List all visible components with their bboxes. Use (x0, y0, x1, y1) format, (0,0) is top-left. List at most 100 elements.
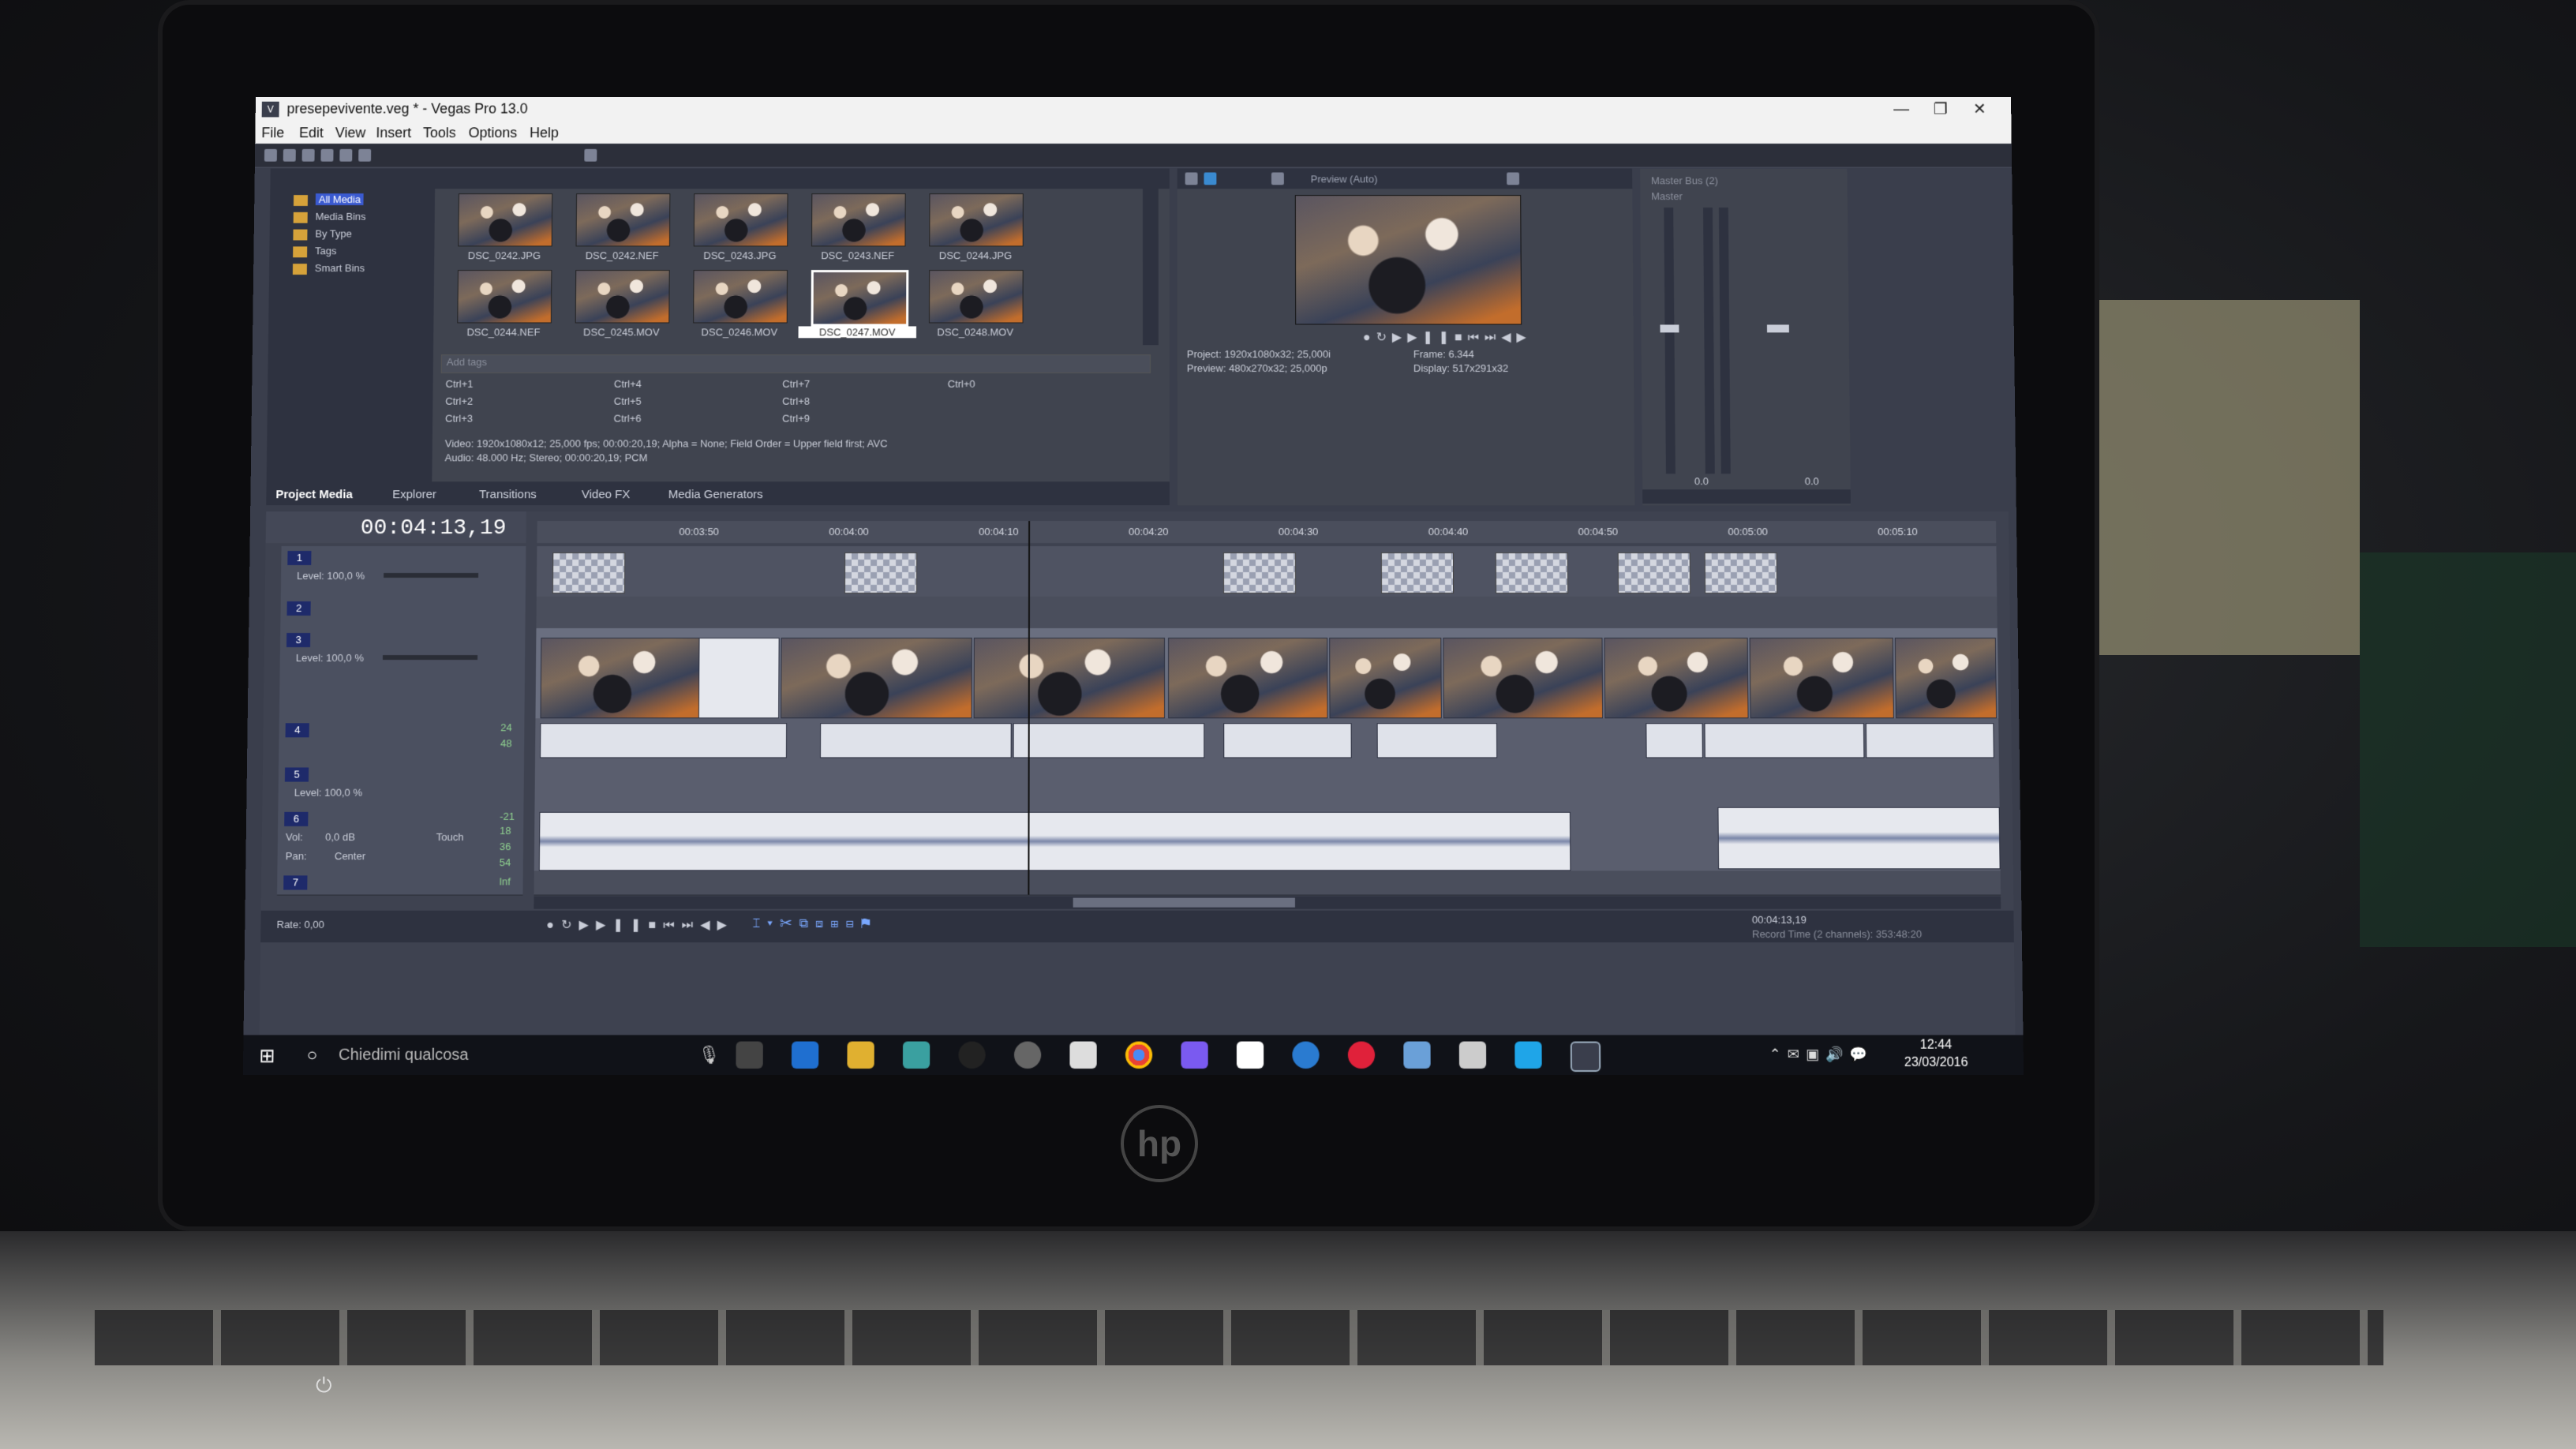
title-clip[interactable] (1222, 552, 1297, 593)
transport-controls[interactable]: ●↻▶▶❚❚■⏮⏭◀▶ (1363, 329, 1532, 345)
tab-video-fx[interactable]: Video FX (582, 488, 630, 501)
media-thumbnail[interactable] (929, 193, 1024, 247)
menu-file[interactable]: File (261, 125, 284, 141)
video-clip[interactable] (1168, 638, 1328, 719)
properties-icon[interactable] (358, 148, 372, 162)
level-slider[interactable] (384, 573, 479, 578)
edge-icon[interactable] (791, 1041, 819, 1069)
vegas-taskbar-icon[interactable] (1570, 1041, 1601, 1073)
new-project-icon[interactable] (264, 148, 277, 162)
automation-mode[interactable]: Touch (436, 831, 464, 843)
beats-icon[interactable] (1347, 1041, 1376, 1069)
render-icon[interactable] (339, 148, 353, 162)
track-header-4[interactable]: 4 24 48 (279, 718, 525, 764)
track-header-2[interactable]: 2 (280, 596, 526, 630)
media-thumbnail[interactable] (458, 193, 553, 247)
media-thumbnail[interactable] (575, 270, 670, 324)
maximize-button[interactable]: ❐ (1925, 99, 1956, 121)
track-lane-1[interactable] (536, 546, 1998, 597)
menu-edit[interactable]: Edit (299, 125, 324, 141)
timeline-transport-controls[interactable]: ●↻▶▶❚❚■⏮⏭◀▶ (546, 917, 734, 933)
track-lane-7[interactable] (534, 871, 2001, 896)
app-icon[interactable] (1181, 1041, 1208, 1069)
cortana-icon[interactable]: ○ (307, 1045, 318, 1065)
audio-clip[interactable] (1865, 723, 1994, 758)
title-clip[interactable] (552, 552, 626, 593)
video-clip[interactable] (1894, 638, 1998, 719)
track-lane-5[interactable] (534, 762, 2000, 808)
video-clip[interactable] (1749, 638, 1894, 719)
title-clip[interactable] (1704, 552, 1778, 593)
track-header-3[interactable]: 3 Level: 100,0 % (279, 628, 526, 720)
menu-view[interactable]: View (335, 125, 366, 141)
search-box[interactable]: Chiedimi qualcosa (339, 1046, 469, 1065)
tree-smart-bins[interactable]: Smart Bins (315, 262, 365, 274)
menu-help[interactable]: Help (530, 125, 559, 141)
task-view-icon[interactable] (736, 1041, 763, 1069)
track-header-6[interactable]: 6 Vol: 0,0 dB Touch Pan: Center -21 18 3… (277, 807, 524, 872)
menu-insert[interactable]: Insert (376, 125, 411, 141)
chrome-icon[interactable] (1125, 1041, 1153, 1069)
audio-clip[interactable] (1704, 723, 1865, 758)
preview-quality-select[interactable]: Preview (Auto) (1311, 173, 1378, 185)
save-as-icon[interactable] (320, 148, 334, 162)
track-header-1[interactable]: 1 Level: 100,0 % (280, 546, 526, 597)
media-thumbnail[interactable] (928, 270, 1024, 324)
scroll-thumb[interactable] (1073, 897, 1295, 908)
audio-clip[interactable] (1646, 723, 1703, 758)
video-clip[interactable] (973, 638, 1166, 719)
ext-monitor-icon[interactable] (1204, 172, 1217, 185)
file-explorer-icon[interactable] (847, 1041, 874, 1069)
track-lane-6[interactable] (534, 807, 2001, 872)
media-thumbnail[interactable] (811, 193, 906, 247)
media-thumbnail[interactable] (693, 270, 788, 324)
skype-icon[interactable] (1515, 1041, 1542, 1069)
audio-clip[interactable] (819, 723, 1012, 758)
edit-tools[interactable]: ⌶▾✂⧉⧈⊞⊟⚑ (753, 917, 878, 931)
close-button[interactable]: ✕ (1964, 99, 1995, 121)
track-lane-2[interactable] (536, 596, 1998, 630)
video-clip[interactable] (1443, 638, 1604, 719)
copy-snapshot-icon[interactable] (1507, 172, 1520, 185)
app-icon[interactable] (1292, 1041, 1320, 1069)
tags-input[interactable]: Add tags (440, 354, 1151, 373)
media-thumbnail[interactable] (693, 193, 788, 247)
audio-clip[interactable] (1013, 723, 1205, 758)
windows-start-icon[interactable]: ⊞ (259, 1045, 275, 1068)
media-thumbnail[interactable] (457, 270, 552, 324)
audio-clip[interactable] (1376, 723, 1498, 758)
track-lane-4[interactable] (534, 718, 1999, 764)
video-clip[interactable] (698, 638, 780, 719)
tab-project-media[interactable]: Project Media (275, 488, 353, 501)
master-scrollbar[interactable] (1642, 489, 1851, 504)
audio-waveform-clip[interactable] (1717, 807, 2001, 870)
timeline-ruler[interactable]: 00:03:50 00:04:00 00:04:10 00:04:20 00:0… (537, 521, 1997, 544)
tab-media-generators[interactable]: Media Generators (668, 488, 763, 501)
title-clip[interactable] (1380, 552, 1455, 593)
media-scrollbar[interactable] (1142, 189, 1159, 346)
tab-transitions[interactable]: Transitions (479, 488, 537, 501)
minimize-button[interactable]: — (1885, 99, 1917, 121)
master-volume-fader[interactable] (1766, 324, 1789, 333)
tree-all-media[interactable]: All Media (315, 193, 365, 205)
system-tray-icons[interactable]: ⌃✉▣🔊💬 (1769, 1046, 1874, 1063)
media-thumbnail[interactable] (575, 193, 671, 247)
store-icon[interactable] (1069, 1041, 1097, 1069)
tree-by-type[interactable]: By Type (315, 228, 352, 240)
tab-explorer[interactable]: Explorer (392, 488, 436, 501)
video-clip[interactable] (1329, 638, 1442, 719)
title-clip[interactable] (1495, 552, 1569, 593)
track-header-7[interactable]: 7 Inf (277, 871, 523, 896)
app-icon[interactable] (1403, 1041, 1431, 1069)
split-screen-icon[interactable] (1271, 172, 1284, 185)
clock-time[interactable]: 12:44 (1920, 1039, 1953, 1053)
open-icon[interactable] (283, 148, 296, 162)
video-clip[interactable] (540, 638, 701, 719)
timeline-scrollbar[interactable] (534, 896, 2001, 909)
cursor-tool-icon[interactable] (584, 148, 597, 162)
clock-date[interactable]: 23/03/2016 (1904, 1056, 1968, 1070)
master-fader[interactable] (1660, 324, 1679, 333)
audio-waveform-clip[interactable] (538, 811, 1571, 871)
app-icon[interactable] (902, 1041, 930, 1069)
tree-tags[interactable]: Tags (315, 245, 337, 256)
